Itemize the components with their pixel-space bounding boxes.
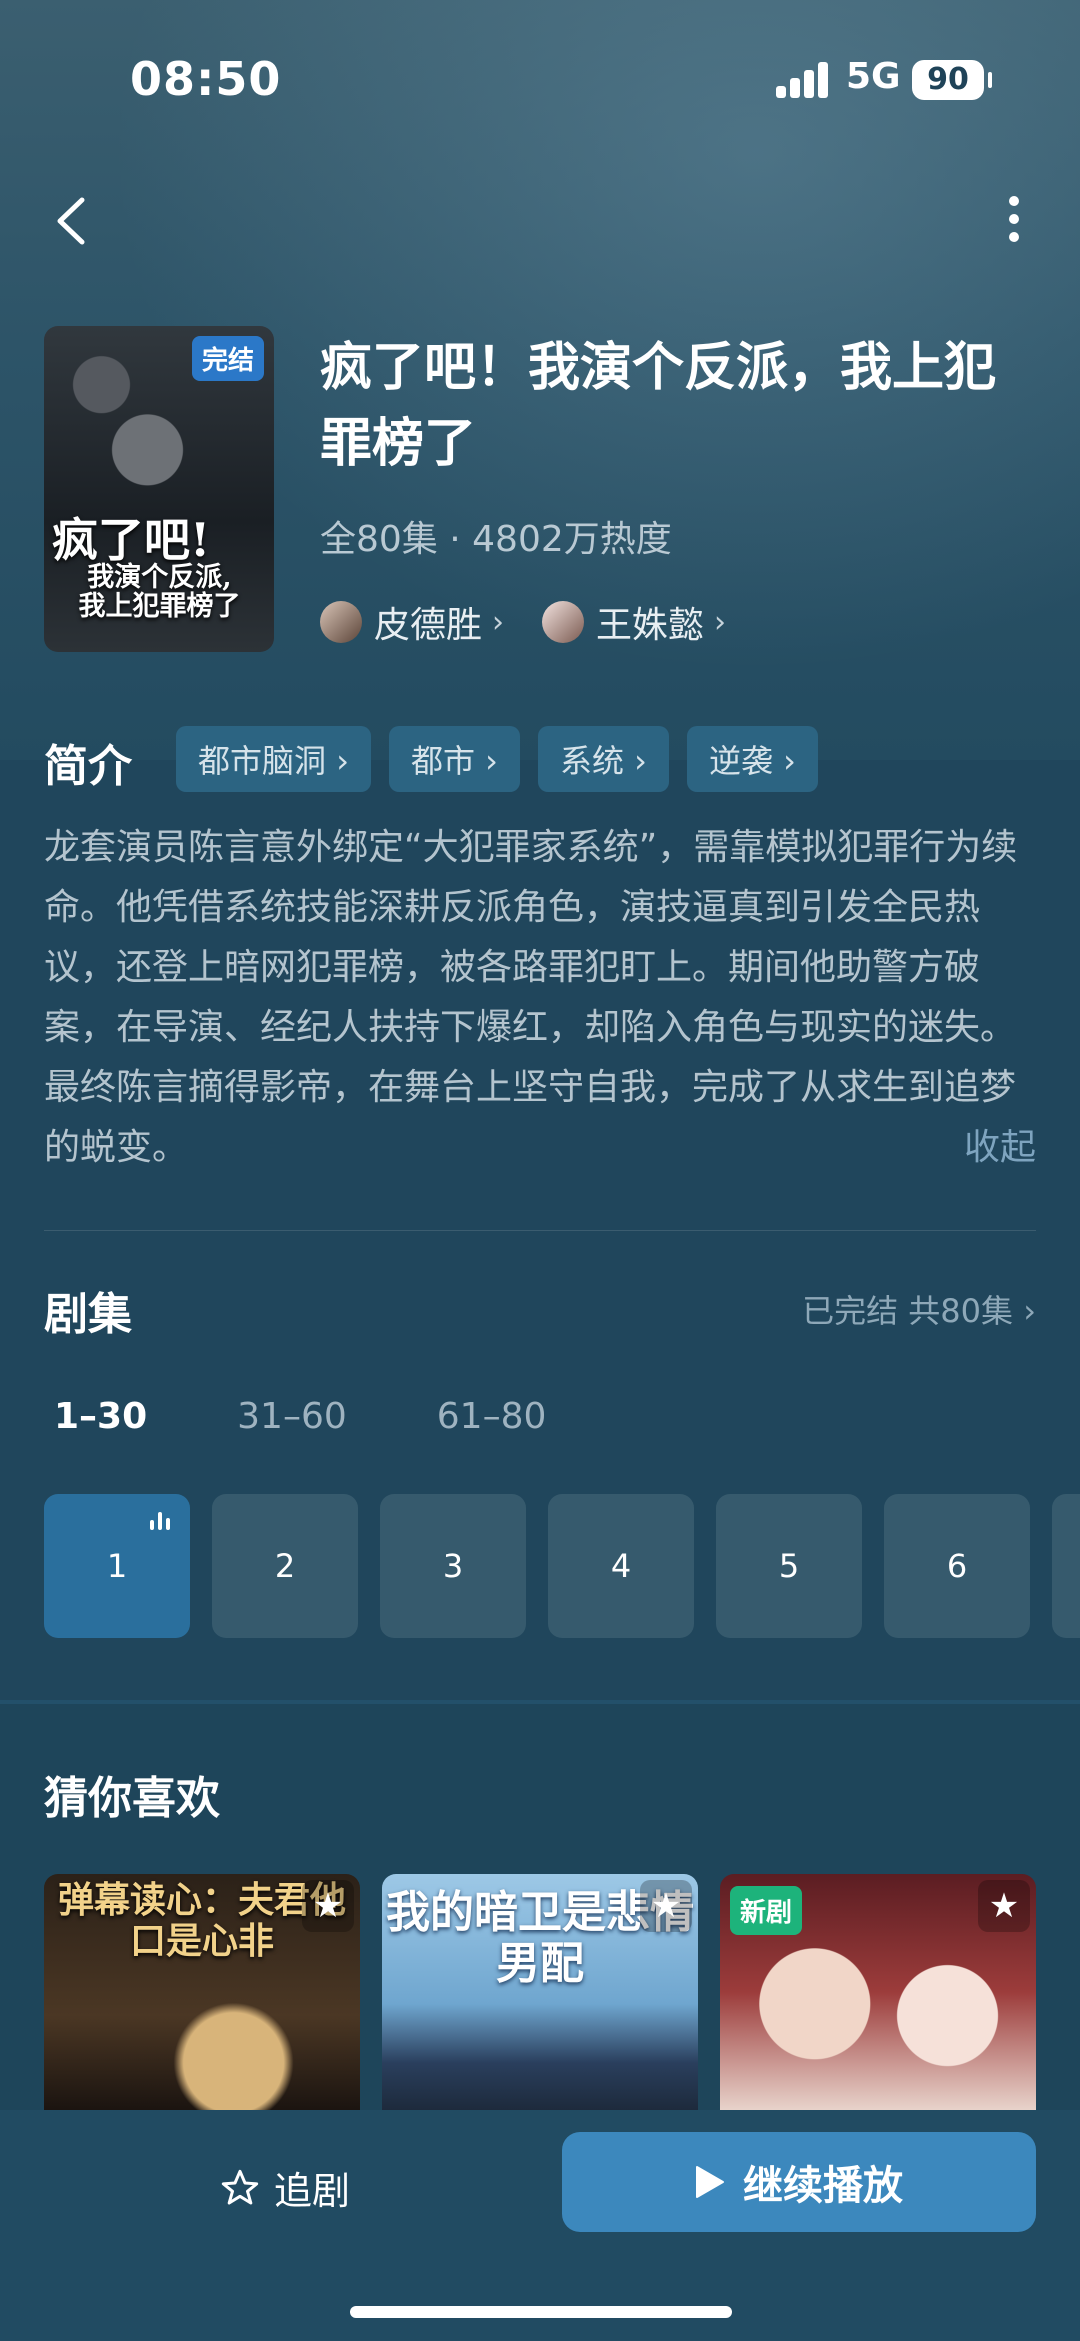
play-icon: [696, 2166, 724, 2198]
home-indicator[interactable]: [350, 2306, 732, 2318]
follow-label: 追剧: [274, 2169, 351, 2213]
chevron-right-icon: ›: [714, 604, 727, 640]
tab-range[interactable]: 1–30: [54, 1396, 147, 1437]
network-label: 5G: [846, 56, 901, 97]
intro-description: 龙套演员陈言意外绑定“大犯罪家系统”，需靠模拟犯罪行为续命。他凭借系统技能深耕反…: [44, 827, 1018, 1168]
episode-button[interactable]: 3: [380, 1494, 526, 1638]
divider: [0, 1700, 1080, 1704]
status-time: 08:50: [130, 52, 282, 106]
poster-title: 疯了吧! 我演个反派, 我上犯罪榜了: [52, 513, 241, 622]
episode-range-tabs: 1–30 31–60 61–80: [54, 1396, 636, 1437]
star-icon[interactable]: ★: [302, 1880, 354, 1932]
recommend-card[interactable]: 弹幕读心：夫君他口是心非 ★: [44, 1874, 360, 2110]
avatar: [542, 601, 585, 643]
completed-badge: 完结: [191, 336, 264, 381]
more-button[interactable]: [1000, 196, 1028, 252]
episode-button[interactable]: 7: [1052, 1494, 1080, 1638]
battery-icon: 90: [912, 60, 992, 100]
actor-name: 皮德胜: [374, 605, 483, 646]
tab-range[interactable]: 61–80: [437, 1396, 547, 1437]
intro-heading: 简介: [44, 741, 132, 792]
play-label: 继续播放: [743, 2163, 903, 2209]
recommend-heading: 猜你喜欢: [44, 1773, 220, 1824]
avatar: [320, 601, 362, 643]
actor-link[interactable]: 皮德胜 ›: [320, 596, 504, 648]
drama-poster[interactable]: 完结 疯了吧! 我演个反派, 我上犯罪榜了: [44, 326, 274, 652]
follow-button[interactable]: 追剧: [220, 2160, 350, 2215]
chevron-left-icon: [57, 197, 85, 245]
tag-chip[interactable]: 逆袭 ›: [686, 726, 818, 792]
episode-grid: 1 2 3 4 5 6 7: [44, 1494, 1080, 1638]
tag-chip[interactable]: 都市脑洞 ›: [176, 726, 371, 792]
episode-button[interactable]: 1: [44, 1494, 190, 1638]
actor-link[interactable]: 王姝懿 ›: [542, 596, 726, 648]
recommend-list: 弹幕读心：夫君他口是心非 ★ 我的暗卫是悲情男配 ★ 新剧 ★: [44, 1874, 1058, 2110]
signal-icon: [776, 62, 832, 98]
tab-range[interactable]: 31–60: [237, 1396, 347, 1437]
tag-list: 都市脑洞 › 都市 › 系统 › 逆袭 ›: [176, 726, 836, 792]
episode-button[interactable]: 2: [212, 1494, 358, 1638]
recommend-card[interactable]: 新剧 ★: [720, 1874, 1036, 2110]
divider: [44, 1230, 1036, 1231]
chevron-right-icon: ›: [492, 604, 505, 640]
drama-meta: 全80集 · 4802万热度: [320, 519, 672, 560]
actor-name: 王姝懿: [596, 605, 705, 646]
status-bar: 08:50 5G 90: [0, 0, 1080, 160]
drama-title: 疯了吧！我演个反派，我上犯罪榜了: [320, 338, 997, 474]
tag-chip[interactable]: 都市 ›: [388, 726, 520, 792]
tag-chip[interactable]: 系统 ›: [537, 726, 669, 792]
new-badge: 新剧: [730, 1886, 803, 1935]
episodes-status-link[interactable]: 已完结 共80集 ›: [802, 1286, 1036, 1332]
playing-icon: [150, 1512, 174, 1530]
episode-button[interactable]: 6: [884, 1494, 1030, 1638]
episode-button[interactable]: 4: [548, 1494, 694, 1638]
collapse-button[interactable]: 收起: [964, 1118, 1036, 1170]
star-icon[interactable]: ★: [978, 1880, 1030, 1932]
episodes-heading: 剧集: [44, 1289, 132, 1340]
episode-button[interactable]: 5: [716, 1494, 862, 1638]
continue-play-button[interactable]: 继续播放: [562, 2132, 1036, 2232]
back-button[interactable]: [52, 196, 92, 246]
more-vertical-icon: [1000, 196, 1028, 242]
actor-list: 皮德胜 › 王姝懿 ›: [320, 596, 764, 648]
star-outline-icon: [221, 2169, 259, 2204]
recommend-card[interactable]: 我的暗卫是悲情男配 ★: [382, 1874, 698, 2110]
star-icon[interactable]: ★: [640, 1880, 692, 1932]
